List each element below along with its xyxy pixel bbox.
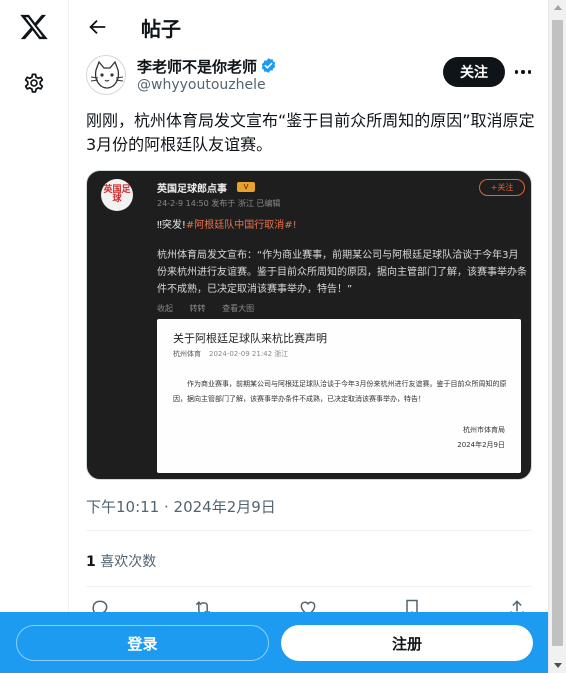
page-root: 帖子 李老师不是你老师 @whyyoutouzhele 关注 刚刚，杭州体育局发… [0,0,566,673]
doc-signature: 杭州市体育局 2024年2月9日 [457,423,505,453]
back-arrow-icon[interactable] [86,16,108,38]
top-bar: 帖子 [70,0,548,54]
doc-signer: 杭州市体育局 [463,426,505,434]
media-statement-document: 关于阿根廷足球队来杭比赛声明 杭州体育 2024-02-09 21:42 浙江 作… [157,319,521,473]
more-options-icon[interactable] [511,60,535,84]
main-column: 帖子 李老师不是你老师 @whyyoutouzhele 关注 刚刚，杭州体育局发… [70,0,548,673]
media-level-badge: V [237,182,255,192]
doc-title: 关于阿根廷足球队来杭比赛声明 [173,332,327,345]
page-title: 帖子 [141,17,181,41]
tweet-timestamp[interactable]: 下午10:11 · 2024年2月9日 [86,496,276,517]
scroll-down-arrow-icon[interactable] [554,663,562,668]
media-actions: 收起 转转 查看大图 [157,303,268,314]
signup-button[interactable]: 注册 [281,625,533,661]
media-action-repost: 转转 [189,304,206,313]
divider [86,530,532,531]
follow-button[interactable]: 关注 [443,57,505,87]
doc-body: 作为商业赛事，前期某公司与阿根廷足球队洽谈于今年3月份来杭州进行友谊赛。鉴于目前… [173,380,507,403]
author-handle[interactable]: @whyyoutouzhele [137,77,266,93]
cat-avatar-icon [90,60,124,89]
media-hashtag: #阿根廷队中国行取消#! [185,220,297,231]
media-hot-prefix: ‼突发! [157,220,186,231]
author-avatar[interactable] [86,55,126,95]
media-action-collapse: 收起 [157,304,173,313]
x-logo-icon[interactable] [19,12,49,42]
tweet-media-image[interactable]: 英国足球 英国足球郎点事 V +关注 24-2-9 14:50 发布于 浙江 已… [86,170,532,480]
media-account-avatar: 英国足球 [101,179,133,211]
media-hot-line: ‼突发!#阿根廷队中国行取消#! [157,216,297,231]
media-follow-button: +关注 [479,179,525,196]
vertical-scrollbar[interactable] [548,0,566,673]
divider [86,586,532,587]
author-name[interactable]: 李老师不是你老师 [137,56,257,77]
doc-date: 2024-02-09 21:42 浙江 [209,350,289,358]
doc-meta: 杭州体育 2024-02-09 21:42 浙江 [173,349,288,359]
verified-badge-icon [261,58,276,73]
scrollbar-thumb[interactable] [552,20,563,646]
login-button[interactable]: 登录 [16,625,269,661]
media-post-body: 杭州体育局发文宣布：“作为商业赛事，前期某公司与阿根廷足球队洽谈于今年3月份来杭… [157,250,527,295]
login-bottom-bar: 登录 注册 [0,612,548,673]
likes-label: 喜欢次数 [100,554,157,570]
media-account-name: 英国足球郎点事 [157,184,227,195]
scroll-up-arrow-icon[interactable] [554,5,562,10]
doc-sign-date: 2024年2月9日 [457,441,505,449]
media-action-view-large: 查看大图 [222,304,255,313]
left-rail [0,0,69,673]
likes-number: 1 [86,554,96,570]
doc-source: 杭州体育 [173,350,201,358]
likes-count[interactable]: 1 喜欢次数 [86,551,156,571]
media-post-meta: 24-2-9 14:50 发布于 浙江 已编辑 [157,199,281,208]
tweet-text: 刚刚，杭州体育局发文宣布“鉴于目前众所周知的原因”取消原定3月份的阿根廷队友谊赛… [86,111,535,154]
gear-icon[interactable] [21,70,47,96]
